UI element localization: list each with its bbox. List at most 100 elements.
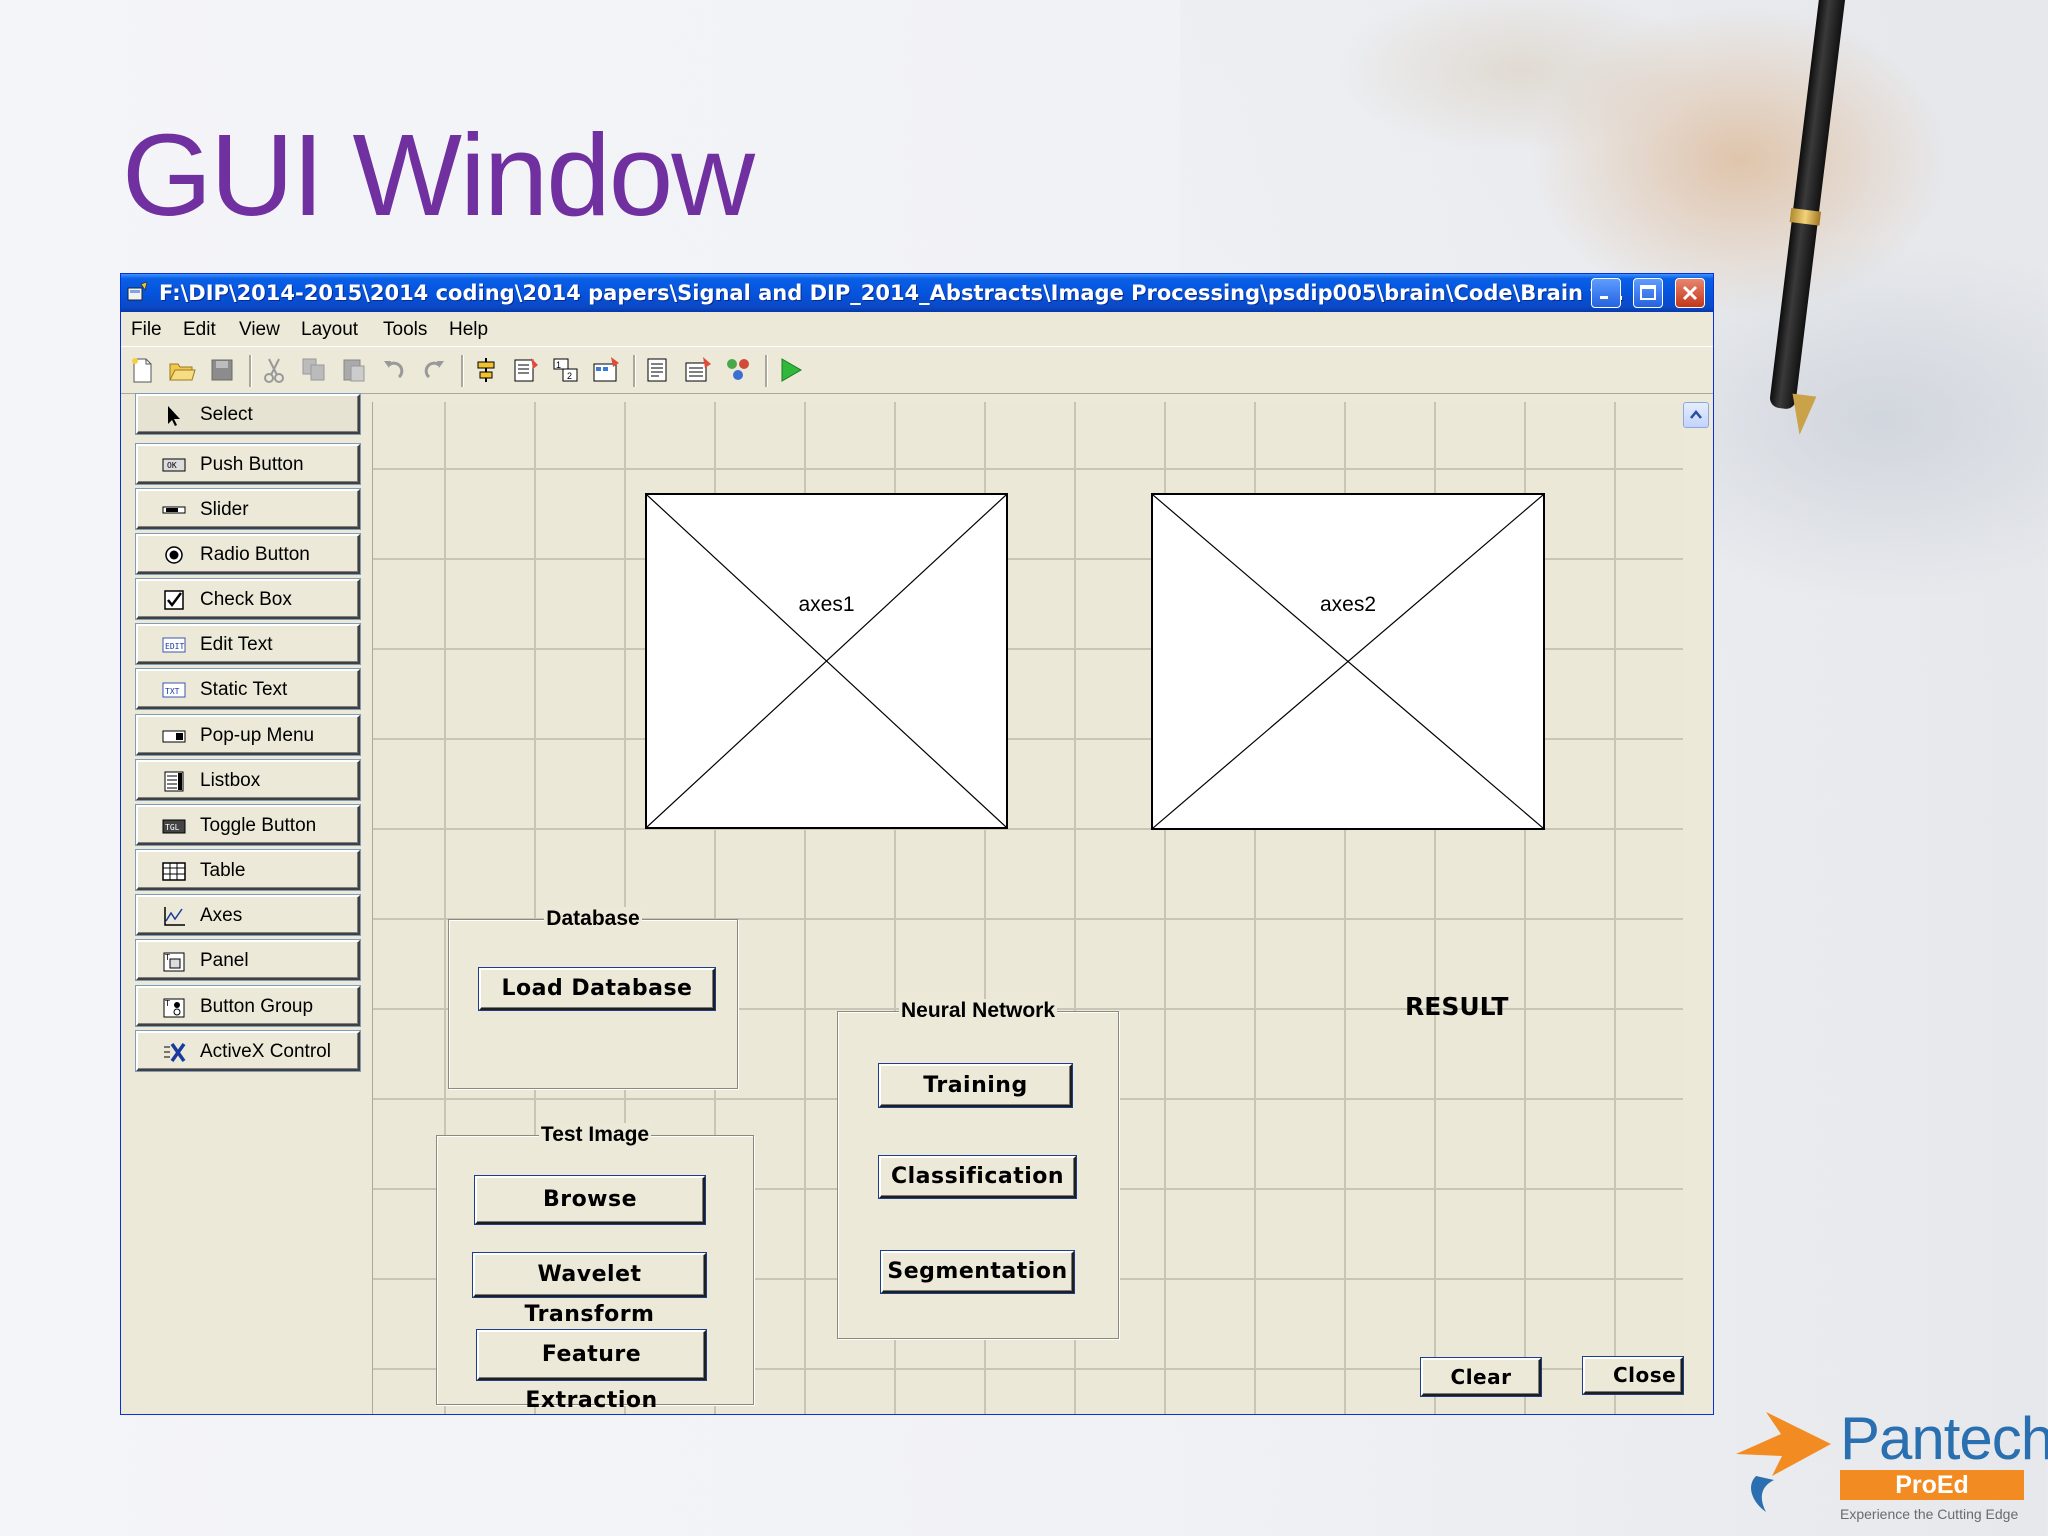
test-image-panel-title-text: Test Image [538,1123,652,1146]
paste-icon[interactable] [339,355,369,385]
new-file-icon[interactable] [127,355,157,385]
m-file-editor-icon[interactable] [643,355,673,385]
scroll-up-button[interactable] [1683,402,1709,428]
close-window-button[interactable] [1675,278,1705,308]
menu-edit[interactable]: Edit [183,319,216,341]
result-label: RESULT [1405,992,1509,1021]
palette-item-label: Edit Text [200,634,273,655]
activex-icon [164,1042,186,1063]
palette-item-label: Toggle Button [200,815,317,836]
window-titlebar[interactable]: F:\DIP\2014-2015\2014 coding\2014 papers… [121,274,1713,312]
palette-button-group[interactable]: T Button Group [136,986,360,1026]
axes2[interactable]: axes2 [1151,493,1545,830]
test-image-panel[interactable]: Test Image Browse Wavelet Transform Feat… [436,1123,754,1413]
neural-network-panel[interactable]: Neural Network Training Classification S… [837,999,1119,1339]
radio-button-icon [165,546,183,564]
popup-menu-icon [162,730,186,743]
wavelet-transform-button[interactable]: Wavelet Transform [473,1253,706,1327]
segmentation-button[interactable]: Segmentation [881,1251,1074,1293]
save-icon[interactable] [207,355,237,385]
close-button[interactable]: Close [1583,1357,1683,1394]
menu-editor-icon[interactable] [511,355,541,385]
object-browser-icon[interactable] [723,355,753,385]
toolbar-editor-icon[interactable] [591,355,621,385]
palette-pop-up-menu[interactable]: Pop-up Menu [136,715,360,755]
copy-icon[interactable] [299,355,329,385]
layout-canvas[interactable]: axes1 axes2 Database Load Database Test … [372,402,1683,1414]
clear-button[interactable]: Clear [1421,1358,1541,1396]
static-text-icon: TXT [162,682,186,698]
neural-network-panel-title: Neural Network [838,999,1118,1023]
axes-placeholder-cross [647,495,1006,827]
chevron-up-icon [1690,410,1702,419]
slide-title: GUI Window [122,110,755,240]
axes-placeholder-cross [1153,495,1543,828]
palette-push-button[interactable]: OK Push Button [136,444,360,484]
palette-item-label: Axes [200,905,243,926]
database-panel[interactable]: Database Load Database [448,907,738,1089]
palette-check-box[interactable]: Check Box [136,579,360,619]
toolbar-separator [765,355,768,387]
axes-icon [164,907,185,926]
menu-file[interactable]: File [131,319,162,341]
database-panel-title-text: Database [544,907,642,930]
button-group-icon: T [163,998,185,1018]
training-button[interactable]: Training [879,1064,1072,1107]
component-palette: Select OK Push Button Slider Radio Button Che… [121,394,372,1414]
database-panel-title: Database [449,907,737,931]
palette-static-text[interactable]: TXT Static Text [136,669,360,709]
slider-icon [162,506,186,514]
edit-text-icon: EDIT [162,637,186,653]
undo-icon[interactable] [379,355,409,385]
menubar: File Edit View Layout Tools Help [121,312,1713,346]
run-icon[interactable] [775,355,805,385]
palette-table[interactable]: Table [136,850,360,890]
pantech-logo: Pantech ProEd Experience the Cutting Edg… [1726,1404,2048,1526]
palette-activex-control[interactable]: ActiveX Control [136,1031,360,1071]
palette-item-label: Check Box [200,589,292,610]
pantech-arrow-logo-icon [1736,1412,1831,1512]
axes1[interactable]: axes1 [645,493,1008,829]
cursor-arrow-icon [168,406,180,426]
menu-tools[interactable]: Tools [383,319,427,341]
property-inspector-icon[interactable] [683,355,713,385]
svg-text:1: 1 [556,360,561,370]
logo-tagline: Experience the Cutting Edge [1840,1506,2019,1522]
toolbar-separator [249,355,252,387]
palette-item-label: Panel [200,950,249,971]
palette-listbox[interactable]: Listbox [136,760,360,800]
push-button-icon: OK [162,458,186,472]
toolbar: 12 [121,346,1713,394]
close-icon [1682,285,1698,301]
window-title: F:\DIP\2014-2015\2014 coding\2014 papers… [159,281,1625,305]
palette-axes[interactable]: Axes [136,895,360,935]
maximize-button[interactable] [1633,278,1663,308]
minimize-icon [1600,296,1608,299]
minimize-button[interactable] [1591,278,1621,308]
open-folder-icon[interactable] [167,355,197,385]
palette-item-label: Push Button [200,454,304,475]
palette-panel[interactable]: T Panel [136,940,360,980]
svg-text:T: T [164,999,170,1008]
palette-toggle-button[interactable]: TGL Toggle Button [136,805,360,845]
feature-extraction-button[interactable]: Feature Extraction [477,1330,706,1413]
palette-radio-button[interactable]: Radio Button [136,534,360,574]
classification-button[interactable]: Classification [879,1156,1076,1198]
tab-order-icon[interactable]: 12 [551,355,581,385]
palette-edit-text[interactable]: EDIT Edit Text [136,624,360,664]
menu-layout[interactable]: Layout [301,319,358,341]
palette-slider[interactable]: Slider [136,489,360,529]
toggle-button-icon: TGL [162,819,186,834]
align-icon[interactable] [471,355,501,385]
table-icon [162,862,186,881]
cut-icon[interactable] [259,355,289,385]
load-database-button[interactable]: Load Database [479,968,715,1010]
menu-view[interactable]: View [239,319,280,341]
palette-select[interactable]: Select [136,394,360,434]
menu-help[interactable]: Help [449,319,488,341]
guide-app-icon [127,282,148,301]
browse-button[interactable]: Browse [475,1176,705,1224]
svg-text:EDIT: EDIT [165,642,184,651]
axes1-label: axes1 [798,593,855,616]
redo-icon[interactable] [419,355,449,385]
